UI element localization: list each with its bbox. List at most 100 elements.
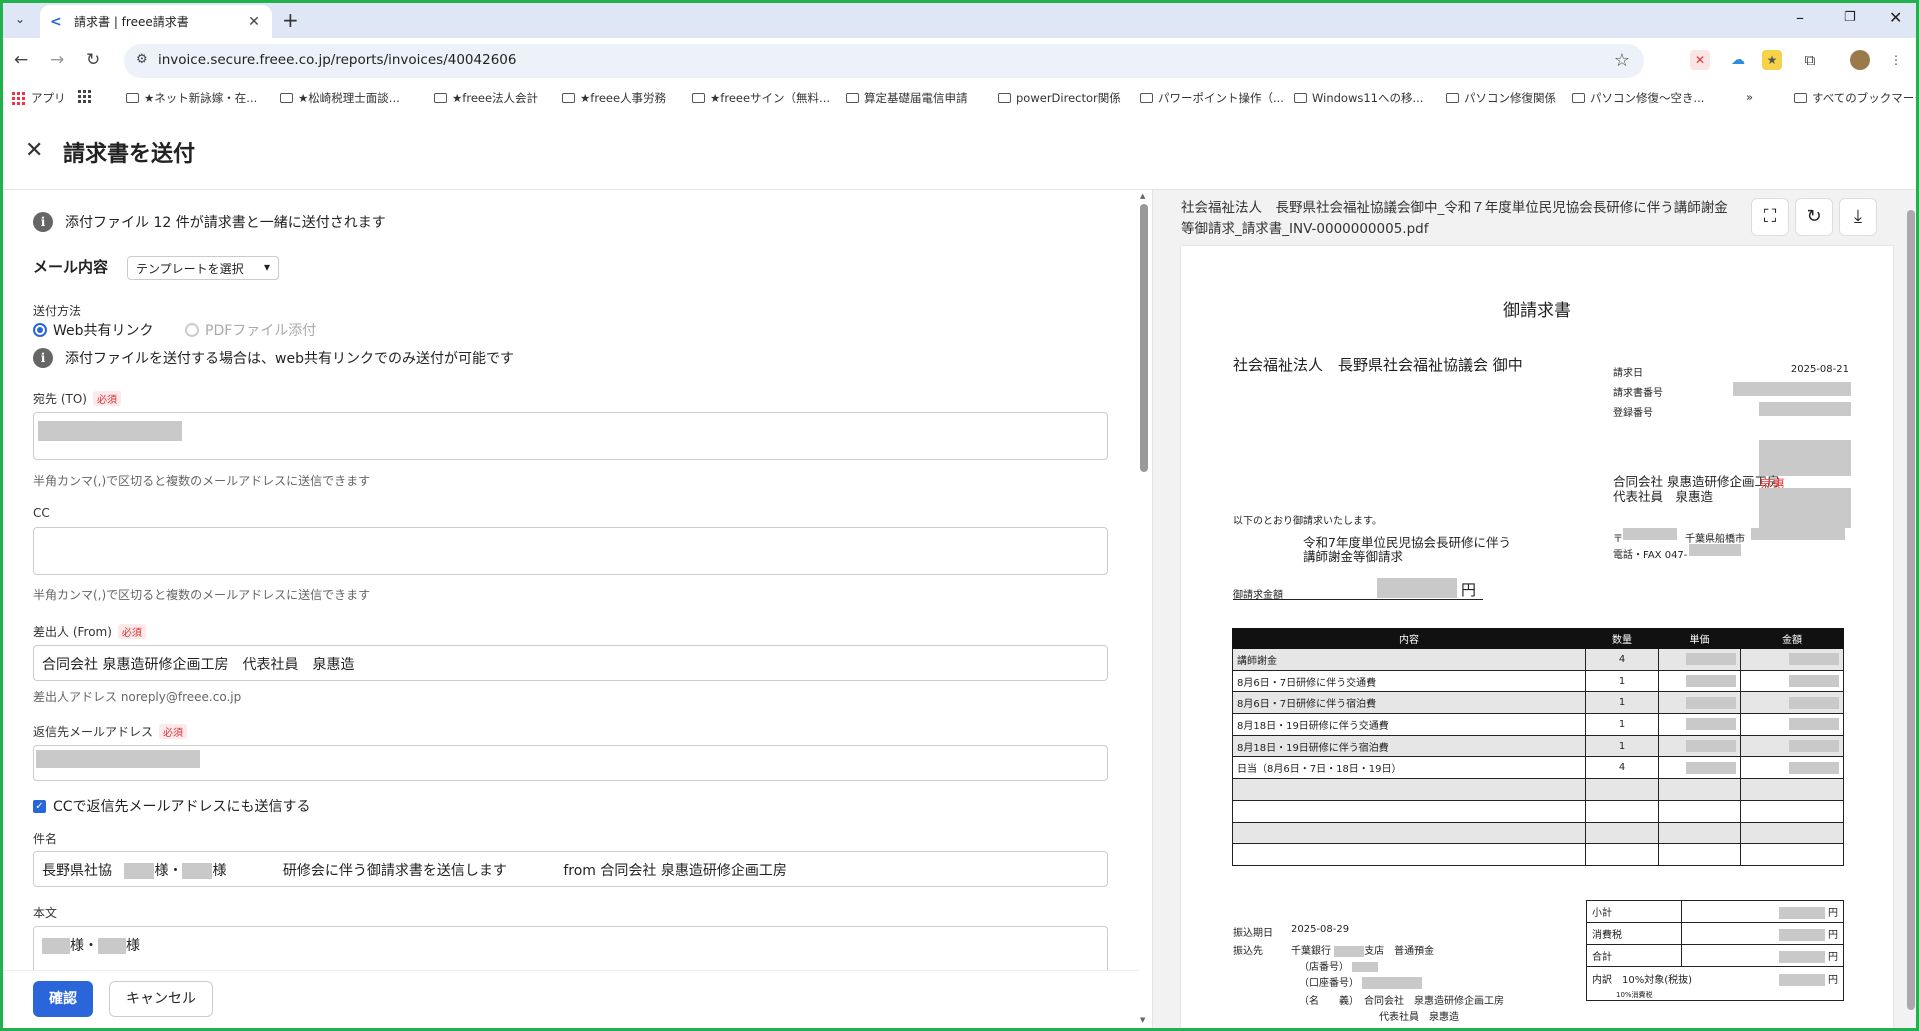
account-number: （口座番号）: [1299, 974, 1423, 989]
reload-icon[interactable]: ↻: [86, 50, 100, 70]
folder-icon: [692, 93, 705, 103]
bookmark-folder[interactable]: ★freee法人会計: [434, 90, 538, 106]
back-icon[interactable]: ←: [14, 50, 28, 70]
cc-hint: 半角カンマ(,)で区切ると複数のメールアドレスに送信できます: [33, 588, 371, 602]
cancel-button[interactable]: キャンセル: [109, 981, 213, 1017]
window-close-icon[interactable]: ✕: [1889, 8, 1902, 27]
col-header: 単価: [1658, 628, 1741, 649]
radio-pdf-attach[interactable]: PDFファイル添付: [185, 320, 316, 340]
cc-label: CC: [33, 506, 50, 520]
masked-invoice-number: [1733, 382, 1851, 396]
new-tab-icon[interactable]: +: [282, 8, 299, 32]
subject-input[interactable]: 長野県社協 様・様 研修会に伴う御請求書を送信します from 合同会社 泉惠造…: [33, 851, 1108, 887]
items-table: 内容 数量 単価 金額 講師謝金 4 8月6日・7日研修に伴う交通費 1 8月6日・…: [1232, 628, 1844, 866]
bookmark-star-icon[interactable]: ☆: [1614, 50, 1630, 71]
invoice-sheet: 御請求書 社会福祉法人 長野県社会福祉協議会 御中 請求日 2025-08-21…: [1181, 246, 1893, 1028]
summary-row: 小計 円: [1586, 900, 1845, 923]
extension-3-icon[interactable]: ★: [1762, 50, 1782, 70]
table-row: [1232, 821, 1844, 845]
fullscreen-icon[interactable]: ⛶: [1751, 198, 1789, 236]
masked-address: [38, 421, 182, 441]
pay-date-label: 振込期日: [1233, 928, 1273, 939]
scrollbar-thumb[interactable]: [1140, 204, 1148, 472]
bookmark-folder[interactable]: ★freee人事労務: [562, 90, 666, 106]
site-info-icon[interactable]: ⚙: [136, 52, 148, 67]
bookmark-folder[interactable]: ★freeeサイン（無料...: [692, 90, 830, 106]
cc-reply-checkbox[interactable]: ✓ CCで返信先メールアドレスにも送信する: [33, 796, 311, 816]
bookmark-folder[interactable]: ★ネット新詠嫁・在...: [126, 90, 257, 106]
required-badge: 必須: [159, 724, 188, 739]
restore-icon[interactable]: ❐: [1844, 10, 1856, 25]
invoice-total: 御請求金額 円: [1233, 578, 1483, 601]
bookmark-folder[interactable]: powerDirector関係: [998, 90, 1121, 106]
preview-scrollbar[interactable]: [1907, 200, 1915, 1018]
bookmark-folder[interactable]: パソコン修復関係: [1446, 90, 1556, 106]
folder-icon: [280, 93, 293, 103]
form-scrollbar[interactable]: ▲ ▼: [1139, 192, 1149, 1024]
folder-icon: [846, 93, 859, 103]
to-input[interactable]: [33, 412, 1108, 460]
page-header: ✕ 請求書を送付: [3, 112, 1916, 190]
invoice-date-label: 請求日: [1613, 368, 1643, 379]
url-text: invoice.secure.freee.co.jp/reports/invoi…: [158, 52, 517, 68]
folder-icon: [434, 93, 447, 103]
from-input[interactable]: 合同会社 泉惠造研修企画工房 代表社員 泉惠造: [33, 645, 1108, 681]
download-icon[interactable]: ⤓: [1839, 198, 1877, 236]
confirm-button[interactable]: 確認: [33, 981, 93, 1017]
col-header: 金額: [1740, 628, 1844, 649]
address-bar[interactable]: ⚙ invoice.secure.freee.co.jp/reports/inv…: [124, 44, 1644, 78]
page-title: 請求書を送付: [63, 142, 196, 167]
send-form: i 添付ファイル 12 件が請求書と一緒に送付されます メール内容 テンプレート…: [3, 190, 1133, 970]
tab-search-chevron-icon[interactable]: ⌄: [8, 8, 32, 32]
cc-input[interactable]: [33, 527, 1108, 575]
close-icon[interactable]: ✕: [25, 138, 43, 163]
body-textarea[interactable]: 様・様: [33, 926, 1108, 970]
info-icon: i: [33, 212, 53, 232]
radio-web-link[interactable]: Web共有リンク: [33, 320, 154, 340]
radio-disabled-icon: [185, 323, 199, 337]
extension-1-icon[interactable]: ✕: [1690, 50, 1710, 70]
tab-invoice[interactable]: < 請求書 | freee請求書 ✕: [40, 5, 272, 38]
bookmark-folder[interactable]: パソコン修復〜空き...: [1572, 90, 1704, 106]
refresh-icon[interactable]: ↻: [1795, 198, 1833, 236]
bookmarks-overflow-icon[interactable]: »: [1746, 90, 1753, 104]
template-select[interactable]: テンプレートを選択 ▾: [127, 256, 279, 280]
bookmark-folder[interactable]: ★松崎税理士面談...: [280, 90, 400, 106]
radio-selected-icon: [33, 323, 47, 337]
extensions-puzzle-icon[interactable]: ⧉: [1800, 50, 1820, 70]
scrollbar-thumb[interactable]: [1907, 210, 1915, 1010]
summary-table: 小計 円 消費税 円 合計 円 内訳 10%対象(税抜) 円 10%消費税: [1586, 900, 1845, 1001]
invoice-date: 2025-08-21: [1790, 364, 1849, 375]
table-row: [1232, 799, 1844, 823]
all-bookmarks[interactable]: すべてのブックマーク: [1794, 90, 1919, 106]
tab-strip: ⌄ < 請求書 | freee請求書 ✕ + – ❐ ✕: [0, 0, 1919, 38]
bookmark-folder[interactable]: 算定基礎届電信申請: [846, 90, 968, 106]
reply-to-input[interactable]: [33, 745, 1108, 781]
table-row: 日当（8月6日・7日・18日・19日） 4: [1232, 756, 1844, 780]
summary-row: 消費税 円: [1586, 922, 1845, 945]
minimize-icon[interactable]: –: [1796, 8, 1804, 27]
scroll-up-icon[interactable]: ▲: [1140, 192, 1145, 200]
tab-close-icon[interactable]: ✕: [246, 14, 262, 30]
folder-icon: [1446, 93, 1459, 103]
attachments-notice: i 添付ファイル 12 件が請求書と一緒に送付されます: [33, 212, 386, 232]
tab-groups-icon[interactable]: [78, 90, 97, 103]
folder-icon: [126, 93, 139, 103]
apps-grid-icon: [12, 91, 25, 105]
profile-avatar[interactable]: [1850, 50, 1870, 70]
masked-name: [42, 938, 70, 954]
invoice-intro: 以下のとおり御請求いたします。: [1233, 516, 1382, 527]
masked-name: [98, 938, 126, 954]
masked-postal: [1623, 528, 1677, 540]
to-hint: 半角カンマ(,)で区切ると複数のメールアドレスに送信できます: [33, 474, 371, 488]
onedrive-icon[interactable]: ☁: [1728, 50, 1748, 70]
folder-icon: [562, 93, 575, 103]
bookmark-folder[interactable]: Windows11への移...: [1294, 90, 1423, 106]
reply-to-label: 返信先メールアドレス 必須: [33, 723, 188, 740]
bookmark-apps[interactable]: アプリ: [12, 90, 66, 106]
bookmark-folder[interactable]: パワーポイント操作（...: [1140, 90, 1284, 106]
forward-icon[interactable]: →: [50, 50, 64, 70]
scroll-down-icon[interactable]: ▼: [1140, 1016, 1145, 1024]
masked-name: [124, 863, 155, 879]
menu-kebab-icon[interactable]: ⋮: [1886, 50, 1906, 70]
